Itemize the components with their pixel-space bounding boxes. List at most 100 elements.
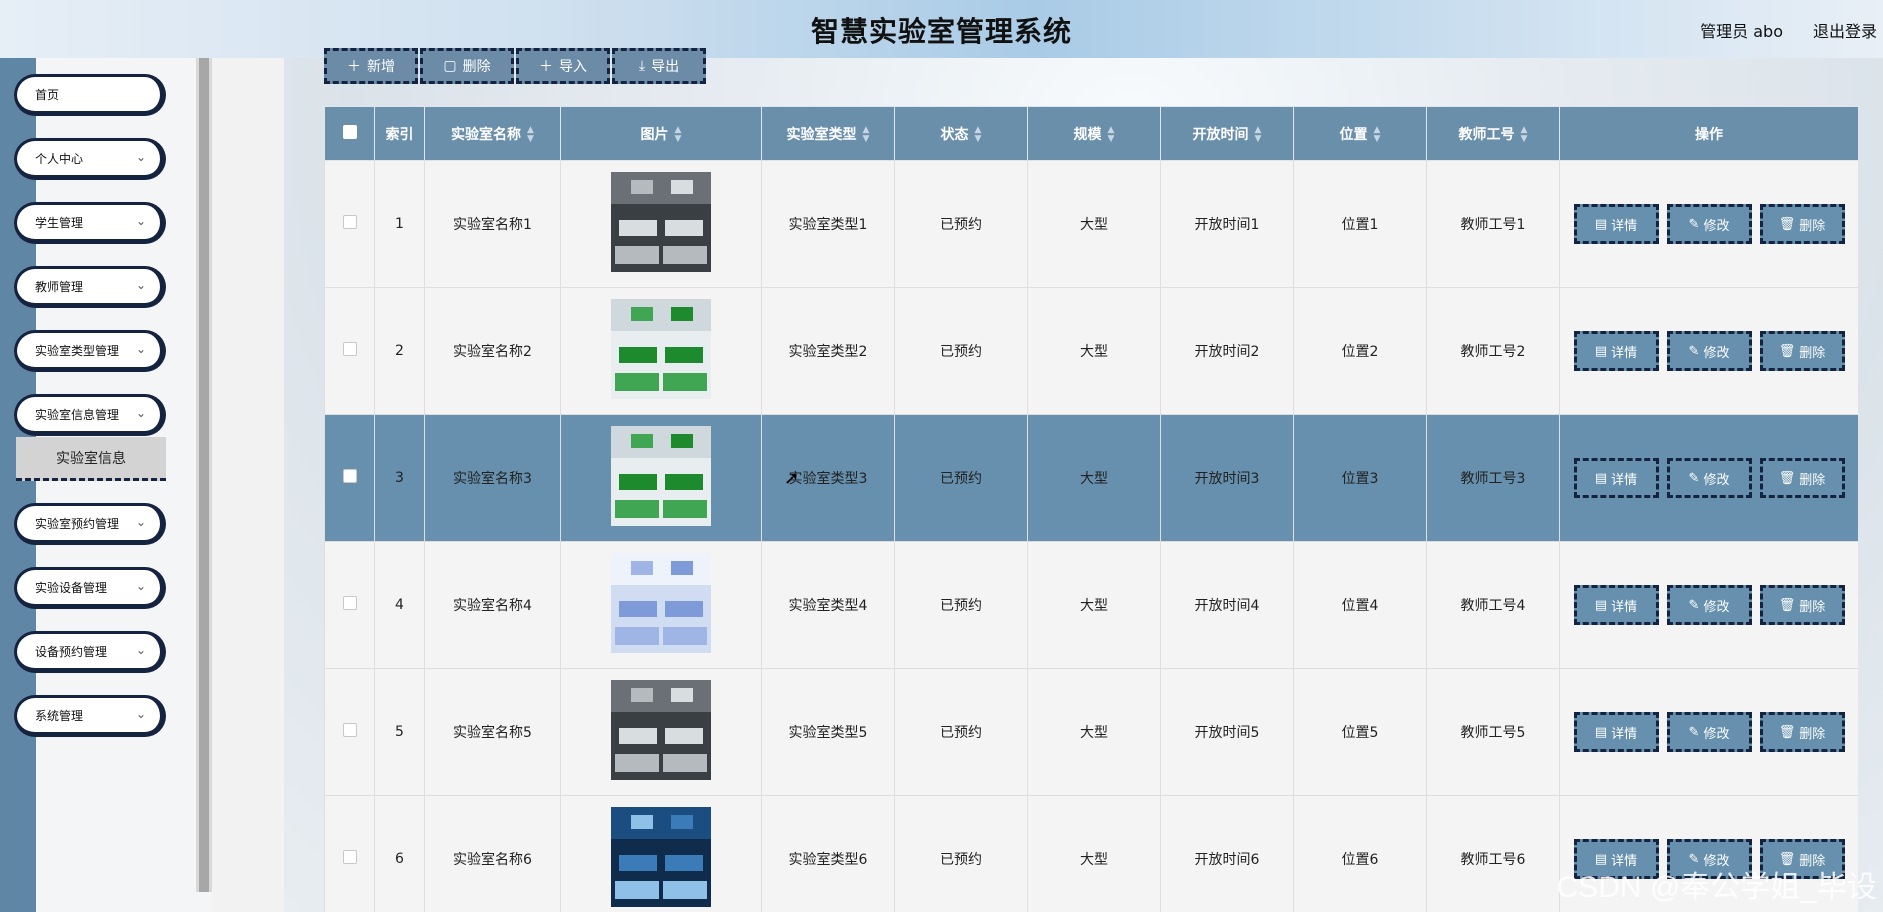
sort-icon[interactable]: ▲ ▼ bbox=[1374, 125, 1381, 144]
batch-delete-label: 删除 bbox=[462, 59, 491, 75]
cell-open: 开放时间5 bbox=[1160, 668, 1294, 796]
submenu-item-lab-info[interactable]: 实验室信息 bbox=[16, 437, 166, 481]
download-icon: ⤓ bbox=[638, 58, 646, 74]
table-row[interactable]: 4 实验室名称4 实验室类型4 已预约 大型 开放时间4 位置4 教师工号4 ▤ 详情 ✎ 修改 🗑 删除 bbox=[324, 541, 1858, 669]
column-header-8[interactable]: 教师工号 ▲ ▼ bbox=[1426, 106, 1560, 161]
sort-icon[interactable]: ▲ ▼ bbox=[1255, 125, 1262, 144]
sidebar-item-3[interactable]: 教师管理 ⌄ bbox=[14, 266, 166, 308]
sidebar-scrollbar[interactable] bbox=[196, 58, 212, 892]
edit-button[interactable]: ✎ 修改 bbox=[1666, 585, 1752, 625]
cell-actions: ▤ 详情 ✎ 修改 🗑 删除 bbox=[1559, 160, 1858, 288]
column-header-label: 图片 bbox=[640, 126, 669, 143]
delete-label: 删除 bbox=[1799, 218, 1826, 234]
cell-index: 1 bbox=[374, 160, 425, 288]
edit-button[interactable]: ✎ 修改 bbox=[1666, 204, 1752, 244]
row-checkbox[interactable] bbox=[342, 215, 357, 229]
sidebar-item-2[interactable]: 学生管理 ⌄ bbox=[14, 202, 166, 244]
delete-button[interactable]: 🗑 删除 bbox=[1759, 458, 1845, 498]
delete-button[interactable]: 🗑 删除 bbox=[1759, 712, 1845, 752]
delete-button[interactable]: 🗑 删除 bbox=[1759, 585, 1845, 625]
cell-open: 开放时间1 bbox=[1160, 160, 1294, 288]
detail-button[interactable]: ▤ 详情 bbox=[1573, 331, 1659, 371]
delete-label: 删除 bbox=[1799, 599, 1826, 615]
row-checkbox[interactable] bbox=[342, 723, 357, 737]
sort-icon[interactable]: ▲ ▼ bbox=[975, 125, 982, 144]
cell-location: 位置4 bbox=[1293, 541, 1427, 669]
column-header-label: 教师工号 bbox=[1458, 126, 1515, 143]
sort-icon[interactable]: ▲ ▼ bbox=[675, 125, 682, 144]
cell-location: 位置2 bbox=[1293, 287, 1427, 415]
detail-button[interactable]: ▤ 详情 bbox=[1573, 585, 1659, 625]
table-row[interactable]: 5 实验室名称5 实验室类型5 已预约 大型 开放时间5 位置5 教师工号5 ▤ 详情 ✎ 修改 🗑 删除 bbox=[324, 668, 1858, 796]
row-checkbox[interactable] bbox=[342, 850, 357, 864]
cell-index: 2 bbox=[374, 287, 425, 415]
sort-icon[interactable]: ▲ ▼ bbox=[1108, 125, 1115, 144]
row-checkbox[interactable] bbox=[342, 469, 357, 483]
sidebar-item-6[interactable]: 实验室预约管理 ⌄ bbox=[14, 503, 166, 545]
row-select-cell bbox=[324, 795, 375, 912]
cell-type: 实验室类型4 bbox=[761, 541, 895, 669]
delete-label: 删除 bbox=[1799, 472, 1826, 488]
sort-icon[interactable]: ▲ ▼ bbox=[1521, 125, 1528, 144]
cell-name: 实验室名称5 bbox=[424, 668, 561, 796]
header-select-all bbox=[324, 106, 375, 161]
sidebar-item-5[interactable]: 实验室信息管理 ⌄ bbox=[14, 394, 166, 436]
column-header-3[interactable]: 实验室类型 ▲ ▼ bbox=[761, 106, 895, 161]
import-button[interactable]: ＋ 导入 bbox=[516, 48, 610, 84]
edit-button[interactable]: ✎ 修改 bbox=[1666, 712, 1752, 752]
edit-button[interactable]: ✎ 修改 bbox=[1666, 331, 1752, 371]
export-button[interactable]: ⤓ 导出 bbox=[612, 48, 706, 84]
detail-button[interactable]: ▤ 详情 bbox=[1573, 458, 1659, 498]
detail-button[interactable]: ▤ 详情 bbox=[1573, 204, 1659, 244]
cell-image bbox=[560, 160, 762, 288]
pencil-icon: ✎ bbox=[1688, 216, 1700, 232]
row-checkbox[interactable] bbox=[342, 342, 357, 356]
sort-icon[interactable]: ▲ ▼ bbox=[863, 125, 870, 144]
column-header-5[interactable]: 规模 ▲ ▼ bbox=[1027, 106, 1161, 161]
sort-icon[interactable]: ▲ ▼ bbox=[527, 125, 534, 144]
chevron-down-icon: ⌄ bbox=[135, 707, 146, 721]
column-header-2[interactable]: 图片 ▲ ▼ bbox=[560, 106, 762, 161]
row-checkbox[interactable] bbox=[342, 596, 357, 610]
sidebar-item-0[interactable]: 首页 bbox=[14, 74, 166, 116]
add-button[interactable]: ＋ 新增 bbox=[324, 48, 418, 84]
cell-teacher: 教师工号4 bbox=[1426, 541, 1560, 669]
trash-icon: 🗑 bbox=[1778, 343, 1796, 359]
scrollbar-thumb[interactable] bbox=[199, 58, 209, 892]
cell-name: 实验室名称1 bbox=[424, 160, 561, 288]
cell-image bbox=[560, 668, 762, 796]
cell-location: 位置1 bbox=[1293, 160, 1427, 288]
batch-delete-button[interactable]: ▢ 删除 bbox=[420, 48, 514, 84]
column-header-6[interactable]: 开放时间 ▲ ▼ bbox=[1160, 106, 1294, 161]
sidebar-item-7[interactable]: 实验设备管理 ⌄ bbox=[14, 567, 166, 609]
delete-button[interactable]: 🗑 删除 bbox=[1759, 204, 1845, 244]
column-header-label: 位置 bbox=[1339, 126, 1368, 143]
sidebar: 首页个人中心 ⌄ 学生管理 ⌄ 教师管理 ⌄ 实验室类型管理 ⌄ 实验室信息管理 ⌄ 实验室预约管理… bbox=[0, 58, 212, 912]
column-header-label: 实验室名称 bbox=[451, 126, 522, 143]
sidebar-item-1[interactable]: 个人中心 ⌄ bbox=[14, 138, 166, 180]
table-row[interactable]: 2 实验室名称2 实验室类型2 已预约 大型 开放时间2 位置2 教师工号2 ▤ 详情 ✎ 修改 🗑 删除 bbox=[324, 287, 1858, 415]
table-row[interactable]: 1 实验室名称1 实验室类型1 已预约 大型 开放时间1 位置1 教师工号1 ▤ 详情 ✎ 修改 🗑 删除 bbox=[324, 160, 1858, 288]
sidebar-item-8[interactable]: 设备预约管理 ⌄ bbox=[14, 631, 166, 673]
cell-actions: ▤ 详情 ✎ 修改 🗑 删除 bbox=[1559, 541, 1858, 669]
row-select-cell bbox=[324, 160, 375, 288]
column-header-label: 规模 bbox=[1073, 126, 1102, 143]
logout-link[interactable]: 退出登录 bbox=[1813, 18, 1877, 42]
column-header-1[interactable]: 实验室名称 ▲ ▼ bbox=[424, 106, 561, 161]
sidebar-item-9[interactable]: 系统管理 ⌄ bbox=[14, 695, 166, 737]
cell-type: 实验室类型6 bbox=[761, 795, 895, 912]
detail-button[interactable]: ▤ 详情 bbox=[1573, 712, 1659, 752]
delete-label: 删除 bbox=[1799, 345, 1826, 361]
sidebar-rail bbox=[0, 58, 36, 912]
delete-button[interactable]: 🗑 删除 bbox=[1759, 331, 1845, 371]
column-header-0: 索引 bbox=[374, 106, 425, 161]
edit-button[interactable]: ✎ 修改 bbox=[1666, 458, 1752, 498]
column-header-7[interactable]: 位置 ▲ ▼ bbox=[1293, 106, 1427, 161]
chevron-down-icon: ⌄ bbox=[135, 214, 146, 228]
column-header-4[interactable]: 状态 ▲ ▼ bbox=[894, 106, 1028, 161]
cell-name: 实验室名称6 bbox=[424, 795, 561, 912]
table-row[interactable]: 3 实验室名称3 实验室类型3 已预约 大型 开放时间3 位置3 教师工号3 ▤ 详情 ✎ 修改 🗑 删除 bbox=[324, 414, 1858, 542]
edit-label: 修改 bbox=[1703, 218, 1730, 234]
select-all-checkbox[interactable] bbox=[342, 124, 357, 139]
sidebar-item-4[interactable]: 实验室类型管理 ⌄ bbox=[14, 330, 166, 372]
